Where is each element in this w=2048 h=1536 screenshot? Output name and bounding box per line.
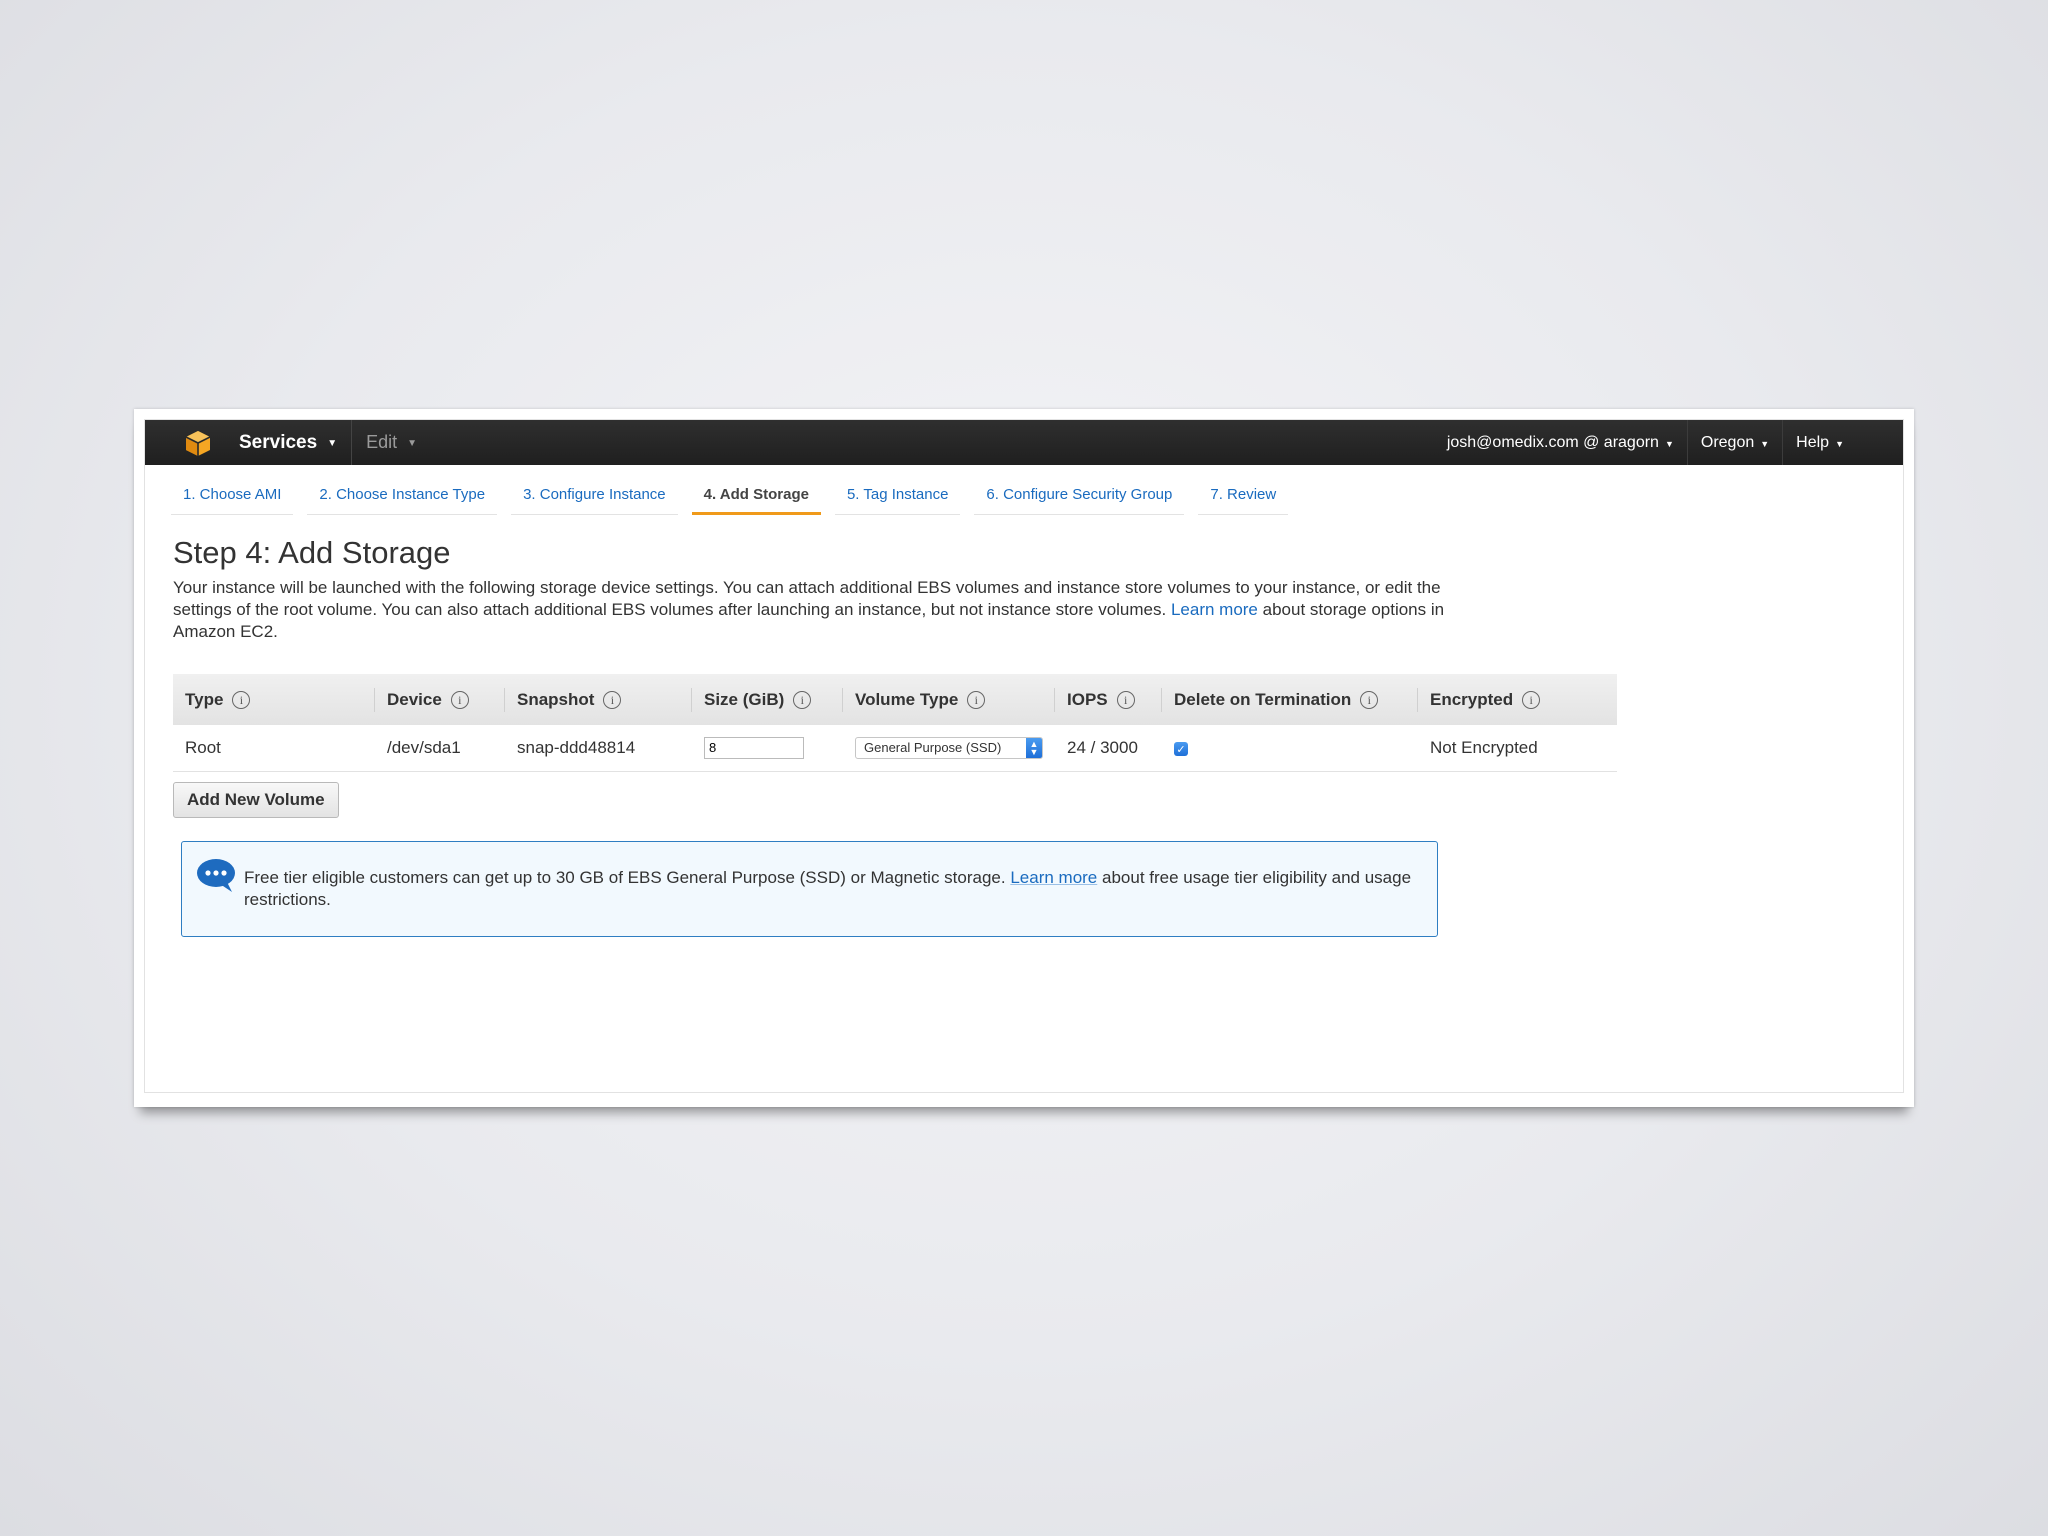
column-header-delete-on-termination: Delete on Termination i (1162, 674, 1418, 725)
wizard-steps: 1. Choose AMI 2. Choose Instance Type 3.… (171, 476, 1302, 515)
help-label: Help (1796, 433, 1830, 451)
chevron-down-icon: ▼ (407, 438, 418, 449)
page-title: Step 4: Add Storage (173, 535, 451, 570)
tab-choose-instance-type[interactable]: 2. Choose Instance Type (307, 476, 498, 515)
services-menu[interactable]: Services ▼ (239, 420, 353, 465)
cell-type: Root (185, 737, 221, 757)
info-icon[interactable]: i (1116, 691, 1135, 710)
page-content: Step 4: Add Storage Your instance will b… (173, 535, 1473, 643)
tab-choose-ami[interactable]: 1. Choose AMI (171, 476, 294, 515)
column-header-device: Device i (375, 674, 505, 725)
info-icon[interactable]: i (450, 691, 469, 710)
info-icon[interactable]: i (232, 691, 251, 710)
header-label: Encrypted (1430, 689, 1514, 709)
region-label: Oregon (1700, 433, 1755, 451)
page-description: Your instance will be launched with the … (173, 577, 1453, 643)
info-icon[interactable]: i (793, 691, 812, 710)
edit-menu[interactable]: Edit ▼ (352, 420, 417, 465)
info-icon[interactable]: i (603, 691, 622, 710)
cell-size (692, 725, 843, 771)
select-arrows-icon: ▲ ▼ (1026, 737, 1042, 758)
header-label: Size (GiB) (704, 689, 785, 709)
column-header-encrypted: Encrypted i (1418, 674, 1617, 725)
tab-tag-instance[interactable]: 5. Tag Instance (834, 476, 961, 515)
column-header-size: Size (GiB) i (692, 674, 843, 725)
account-label: josh@omedix.com @ aragorn (1446, 433, 1659, 451)
free-tier-notice: Free tier eligible customers can get up … (181, 841, 1438, 937)
help-menu[interactable]: Help ▼ (1782, 420, 1857, 465)
top-navbar: Services ▼ Edit ▼ josh@omedix.com @ arag… (145, 420, 1903, 465)
info-icon[interactable]: i (1522, 691, 1541, 710)
info-icon[interactable]: i (1360, 691, 1379, 710)
header-label: Type (185, 689, 224, 709)
notice-body: Free tier eligible customers can get up … (244, 868, 1006, 887)
cell-snapshot: snap-ddd48814 (517, 737, 636, 757)
delete-on-termination-checkbox[interactable]: ✓ (1174, 742, 1188, 757)
chevron-down-icon: ▼ (1760, 438, 1770, 449)
aws-cube-icon[interactable] (183, 428, 213, 458)
size-input[interactable] (704, 736, 804, 759)
chevron-down-icon: ▼ (1664, 438, 1674, 449)
column-header-type: Type i (173, 674, 375, 725)
header-label: Snapshot (517, 689, 595, 709)
chevron-down-icon: ▼ (1835, 438, 1844, 449)
services-label: Services (239, 431, 318, 453)
cell-delete-on-termination: ✓ (1162, 725, 1418, 771)
volume-type-select[interactable]: General Purpose (SSD) ▲ ▼ (855, 736, 1043, 759)
edit-label: Edit (366, 432, 398, 452)
volume-type-value: General Purpose (SSD) (864, 740, 1002, 756)
learn-more-link[interactable]: Learn more (1171, 600, 1258, 619)
table-header-row: Type i Device i Snapshot i Size (GiB) i Volu… (173, 674, 1617, 725)
account-menu[interactable]: josh@omedix.com @ aragorn ▼ (1434, 420, 1687, 465)
header-label: Volume Type (855, 689, 959, 709)
nav-right-group: josh@omedix.com @ aragorn ▼ Oregon ▼ Hel… (1434, 420, 1857, 465)
header-label: Device (387, 689, 442, 709)
cell-encrypted: Not Encrypted (1430, 737, 1538, 757)
table-row: Root /dev/sda1 snap-ddd48814 General Pur… (173, 725, 1617, 771)
tab-configure-instance[interactable]: 3. Configure Instance (511, 476, 678, 515)
header-label: IOPS (1067, 689, 1108, 709)
cell-volume-type: General Purpose (SSD) ▲ ▼ (843, 725, 1055, 771)
chat-bubble-icon (196, 858, 236, 899)
column-header-iops: IOPS i (1055, 674, 1162, 725)
column-header-snapshot: Snapshot i (505, 674, 692, 725)
cell-device: /dev/sda1 (387, 737, 461, 757)
storage-table: Type i Device i Snapshot i Size (GiB) i Volu… (173, 674, 1617, 772)
header-label: Delete on Termination (1174, 689, 1352, 709)
notice-text: Free tier eligible customers can get up … (244, 867, 1414, 911)
region-menu[interactable]: Oregon ▼ (1686, 420, 1782, 465)
column-header-volume-type: Volume Type i (843, 674, 1055, 725)
info-icon[interactable]: i (967, 691, 986, 710)
add-new-volume-button[interactable]: Add New Volume (173, 782, 339, 818)
tab-add-storage[interactable]: 4. Add Storage (691, 476, 821, 515)
browser-screen: Services ▼ Edit ▼ josh@omedix.com @ arag… (144, 419, 1904, 1093)
cell-iops: 24 / 3000 (1067, 737, 1138, 757)
chevron-down-icon: ▼ (327, 438, 338, 449)
slide-frame: Services ▼ Edit ▼ josh@omedix.com @ arag… (134, 409, 1914, 1107)
tab-review[interactable]: 7. Review (1198, 476, 1289, 515)
free-tier-learn-more-link[interactable]: Learn more (1010, 868, 1097, 887)
tab-configure-security-group[interactable]: 6. Configure Security Group (974, 476, 1185, 515)
